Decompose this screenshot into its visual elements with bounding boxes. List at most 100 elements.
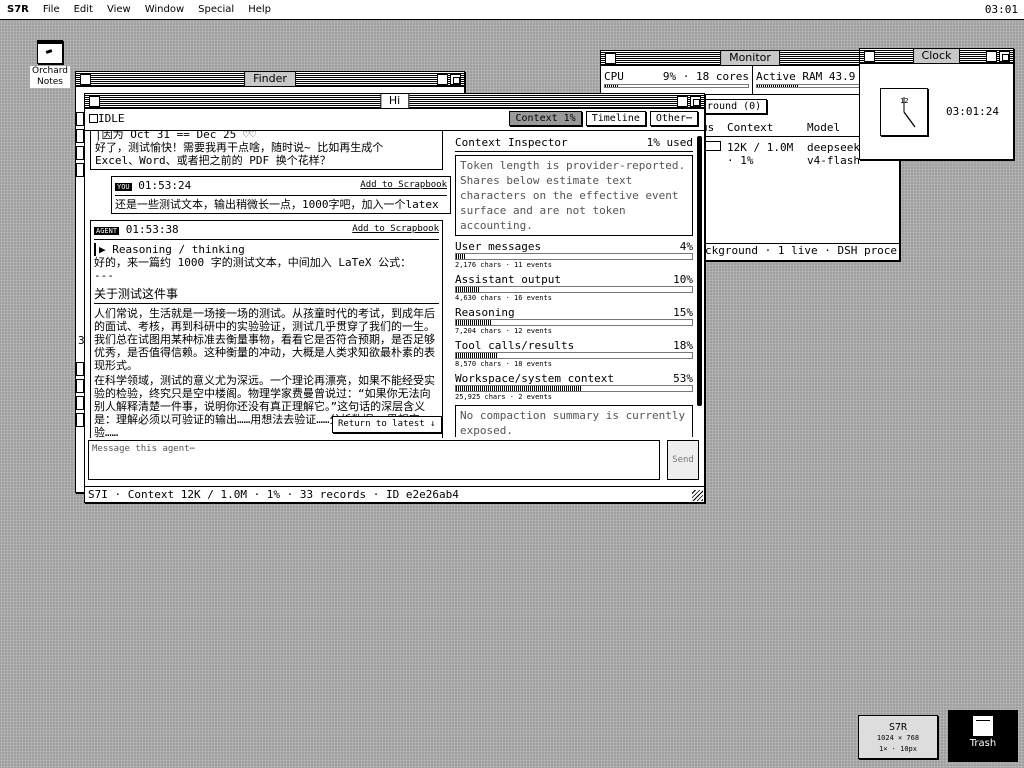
menu-file[interactable]: File xyxy=(36,4,67,15)
inspector-row-pct: 10% xyxy=(673,273,693,286)
trash-can-icon xyxy=(973,716,993,736)
menu-help[interactable]: Help xyxy=(241,4,278,15)
background-tab[interactable]: round (0) xyxy=(701,99,768,114)
collapse-box[interactable] xyxy=(986,51,997,62)
inspector-row-pct: 53% xyxy=(673,372,693,385)
close-box[interactable] xyxy=(864,51,875,62)
close-box[interactable] xyxy=(605,53,616,64)
inspector-row-bar-fill xyxy=(456,320,492,325)
menu-edit[interactable]: Edit xyxy=(67,4,100,15)
agent-message: AGENT 01:53:38 Add to Scrapbook ▶ Reason… xyxy=(90,220,443,438)
finder-titlebar[interactable]: Finder xyxy=(76,72,464,87)
menu-app[interactable]: S7R xyxy=(0,4,36,15)
tab-other[interactable]: Other⋯ xyxy=(649,111,698,126)
inspector-row-meta: 7,204 chars · 12 events xyxy=(455,327,552,335)
inspector-scrollbar[interactable] xyxy=(697,136,702,406)
message-text: Excel、Word、或者把之前的 PDF 换个花样？ xyxy=(95,154,331,167)
finder-title: Finder xyxy=(244,72,296,86)
compaction-note: No compaction summary is currently expos… xyxy=(455,405,693,437)
user-message-text: 还是一些测试文本，输出稍微长一点，1000字吧，加入一个latex xyxy=(115,198,439,211)
message-input[interactable]: Message this agent⋯ xyxy=(88,440,660,480)
return-to-latest-button[interactable]: Return to latest ↓ xyxy=(332,416,442,433)
inspector-row: Reasoning 15% 7,204 chars · 12 events xyxy=(455,306,693,335)
menu-special[interactable]: Special xyxy=(191,4,241,15)
monitor-footer: ckground · 1 live · DSH proce xyxy=(701,243,899,260)
agent-window: Hi IDLE Context 1% Timeline Other⋯ |因为 O… xyxy=(84,93,705,503)
message-time: 01:53:38 xyxy=(125,223,179,236)
inspector-row-bar xyxy=(455,319,693,326)
reasoning-toggle[interactable]: ▶ Reasoning / thinking xyxy=(94,243,439,256)
zoom-box[interactable] xyxy=(999,51,1010,62)
you-badge: YOU xyxy=(115,183,132,191)
menu-view[interactable]: View xyxy=(100,4,138,15)
cpu-label: CPU xyxy=(604,70,624,83)
cpu-bar xyxy=(604,84,749,88)
reply-text: 好的，来一篇约 1000 字的测试文本，中间加入 LaTeX 公式： xyxy=(94,256,412,269)
orchard-notes-desktop-icon[interactable]: Orchard Notes xyxy=(30,40,70,88)
message-text: |因为 Oct 31 == Dec 25 ♡♡ xyxy=(95,131,257,141)
inspector-row-label: User messages xyxy=(455,240,542,253)
status-indicator-icon xyxy=(89,114,98,123)
add-to-scrapbook-link[interactable]: Add to Scrapbook xyxy=(360,179,447,194)
trash-label: Trash xyxy=(969,738,997,749)
row-model: deepseek- xyxy=(807,141,867,154)
cpu-value: 9% · 18 cores xyxy=(662,70,749,83)
finder-row-stub xyxy=(76,112,84,126)
inspector-row-label: Tool calls/results xyxy=(455,339,575,352)
clock-title: Clock xyxy=(912,49,961,63)
clock-titlebar[interactable]: Clock xyxy=(860,49,1013,64)
inspector-rows: User messages 4% 2,176 chars · 11 events As… xyxy=(455,240,693,401)
inspector-row-meta: 4,630 chars · 16 events xyxy=(455,294,552,302)
collapse-box[interactable] xyxy=(677,96,688,107)
zoom-box[interactable] xyxy=(450,74,461,85)
inspector-row-pct: 4% xyxy=(679,240,693,253)
agent-toolbar: IDLE Context 1% Timeline Other⋯ xyxy=(85,109,704,131)
message-block: |因为 Oct 31 == Dec 25 ♡♡ 好了，测试愉快！需要我再干点啥，… xyxy=(90,131,443,170)
inspector-row-bar-fill xyxy=(456,386,582,391)
clock-digital-time: 03:01:24 xyxy=(946,105,999,118)
inspector-row-bar-fill xyxy=(456,353,499,358)
row-context: 12K / 1.0M xyxy=(727,141,794,154)
agent-titlebar[interactable]: Hi xyxy=(85,94,704,109)
reply-paragraph: 人们常说，生活就是一场接一场的测试。从孩童时代的考试，到成年后的面试、考核，再到… xyxy=(94,307,435,372)
tab-timeline[interactable]: Timeline xyxy=(585,111,646,126)
clock-hands-icon: 12 xyxy=(900,97,916,128)
inspector-used: 1% used xyxy=(646,136,693,149)
zoom-box[interactable] xyxy=(690,96,701,107)
send-button[interactable]: Send xyxy=(667,440,699,480)
system-info-box: S7R 1024 × 768 1× · 10px xyxy=(858,715,938,759)
inspector-row: User messages 4% 2,176 chars · 11 events xyxy=(455,240,693,269)
message-text: 好了，测试愉快！需要我再干点啥，随时说~ 比如再生成个 xyxy=(95,141,384,154)
inspector-row-bar xyxy=(455,253,693,260)
finder-row-stub xyxy=(76,379,84,393)
finder-row-stub xyxy=(76,129,84,143)
trash-desktop-icon[interactable]: Trash xyxy=(948,710,1018,762)
sys-line1: S7R xyxy=(888,722,908,733)
inspector-row: Assistant output 10% 4,630 chars · 16 even… xyxy=(455,273,693,302)
message-time: 01:53:24 xyxy=(138,179,192,192)
finder-row-stub xyxy=(76,413,84,427)
row-context: · 1% xyxy=(727,154,754,167)
inspector-row-bar-fill xyxy=(456,287,480,292)
close-box[interactable] xyxy=(89,96,100,107)
resize-grip-icon[interactable] xyxy=(692,490,703,501)
tab-context[interactable]: Context 1% xyxy=(509,111,582,126)
finder-row-stub xyxy=(76,362,84,376)
monitor-title: Monitor xyxy=(720,51,780,65)
inspector-row-meta: 25,925 chars · 2 events xyxy=(455,393,552,401)
add-to-scrapbook-link[interactable]: Add to Scrapbook xyxy=(352,223,439,238)
sys-line2: 1024 × 768 xyxy=(876,734,920,742)
inspector-row-bar-fill xyxy=(456,254,466,259)
menubar-clock: 03:01 xyxy=(984,3,1018,16)
context-inspector: Context Inspector 1% used Token length i… xyxy=(455,136,693,437)
collapse-box[interactable] xyxy=(437,74,448,85)
close-box[interactable] xyxy=(80,74,91,85)
inspector-row-bar xyxy=(455,352,693,359)
menu-window[interactable]: Window xyxy=(138,4,191,15)
monitor-titlebar[interactable]: Monitor xyxy=(601,51,899,66)
transcript-pane[interactable]: |因为 Oct 31 == Dec 25 ♡♡ 好了，测试愉快！需要我再干点啥，… xyxy=(87,131,453,438)
inspector-note: Token length is provider-reported. Share… xyxy=(455,155,693,236)
notes-icon xyxy=(37,40,63,64)
inspector-row: Tool calls/results 18% 8,570 chars · 18 ev… xyxy=(455,339,693,368)
menu-bar: S7R File Edit View Window Special Help 0… xyxy=(0,0,1024,20)
